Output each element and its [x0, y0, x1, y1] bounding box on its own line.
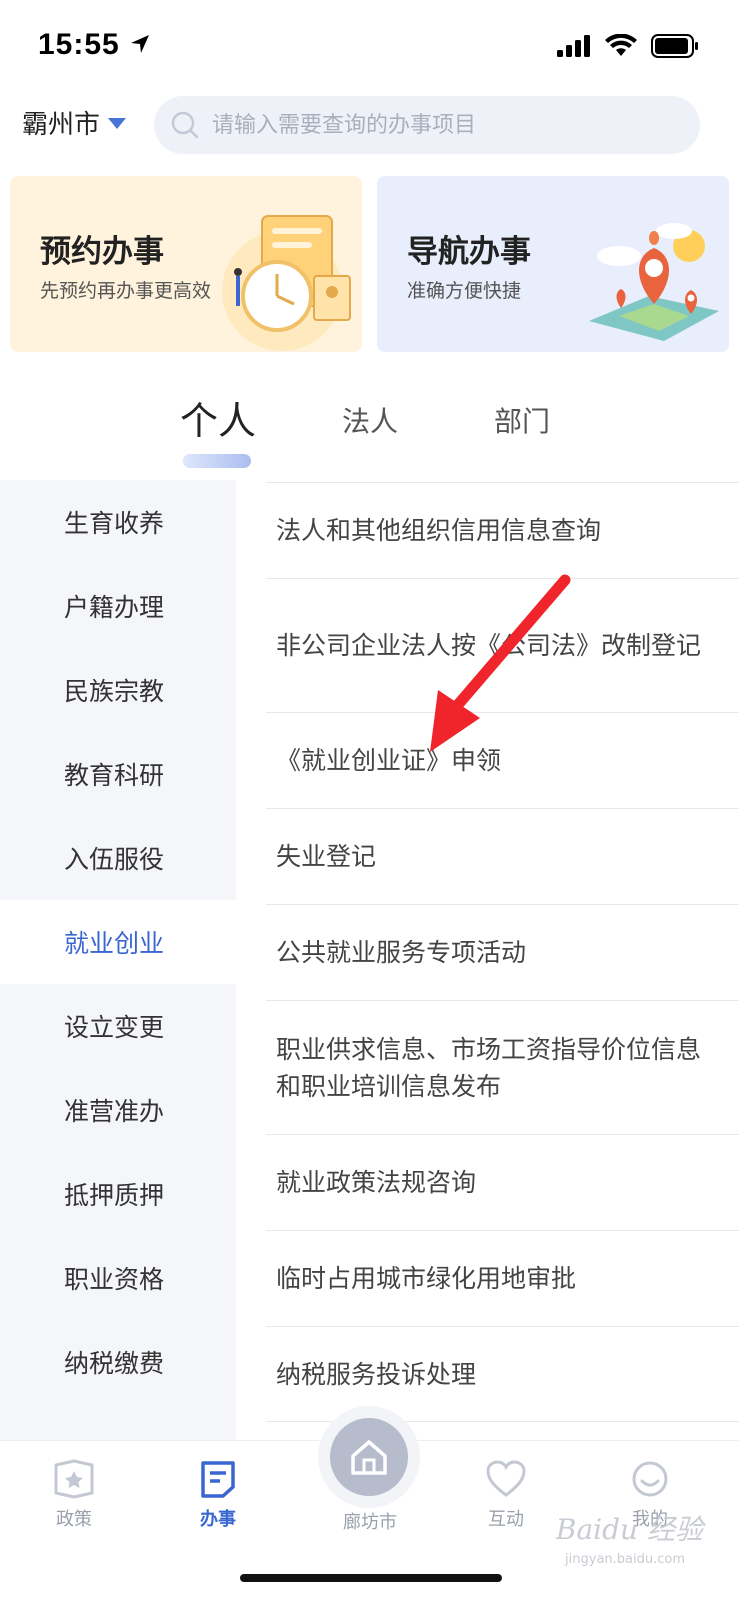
city-selector[interactable]: 霸州市 — [22, 104, 127, 141]
city-name: 霸州市 — [22, 110, 101, 140]
location-arrow-icon — [128, 32, 152, 60]
list-item[interactable]: 纳税服务投诉处理 — [266, 1326, 739, 1422]
appointment-illustration-icon — [222, 215, 351, 351]
status-bar: 15:55 — [0, 0, 739, 92]
active-tab-indicator — [183, 454, 251, 468]
nav-label: 互动 — [488, 1509, 524, 1530]
tab-personal[interactable]: 个人 — [180, 390, 256, 445]
banner-title: 预约办事 — [40, 234, 164, 270]
watermark-url: jingyan.baidu.com — [565, 1552, 685, 1567]
banner-subtitle: 准确方便快捷 — [407, 280, 522, 302]
home-indicator[interactable] — [240, 1574, 502, 1582]
banner-title: 导航办事 — [407, 234, 531, 270]
category-sidebar: 生育收养 户籍办理 民族宗教 教育科研 入伍服役 就业创业 设立变更 准营准办 … — [0, 480, 236, 1440]
caret-down-icon — [108, 118, 127, 129]
home-icon — [351, 1440, 387, 1475]
search-icon — [170, 110, 200, 140]
list-item[interactable]: 就业政策法规咨询 — [266, 1134, 739, 1230]
entity-tabs: 个人 法人 部门 — [0, 396, 739, 476]
list-item[interactable]: 法人和其他组织信用信息查询 — [266, 482, 739, 578]
sidebar-item-ethnicity-religion[interactable]: 民族宗教 — [0, 648, 236, 732]
search-input[interactable] — [212, 112, 692, 138]
sidebar-item-birth-adoption[interactable]: 生育收养 — [0, 480, 236, 564]
nav-affairs[interactable]: 办事 — [168, 1459, 268, 1531]
nav-policy[interactable]: 政策 — [24, 1459, 124, 1531]
nav-interaction[interactable]: 互动 — [456, 1459, 556, 1531]
list-item[interactable]: 非公司企业法人按《公司法》改制登记 — [266, 578, 739, 712]
watermark-logo: Baidu 经验 — [555, 1513, 703, 1546]
sidebar-item-establishment-change[interactable]: 设立变更 — [0, 984, 236, 1068]
appointment-banner[interactable]: 预约办事 先预约再办事更高效 — [10, 176, 362, 352]
sidebar-item-mortgage-pledge[interactable]: 抵押质押 — [0, 1152, 236, 1236]
nav-home-center[interactable] — [330, 1418, 408, 1496]
nav-label: 政策 — [56, 1509, 92, 1530]
sidebar-item-employment[interactable]: 就业创业 — [0, 900, 236, 984]
sidebar-item-household-registration[interactable]: 户籍办理 — [0, 564, 236, 648]
tab-legal-person[interactable]: 法人 — [342, 400, 398, 440]
sidebar-item-education-research[interactable]: 教育科研 — [0, 732, 236, 816]
nav-label: 办事 — [200, 1509, 236, 1530]
map-pin-illustration-icon — [589, 223, 719, 341]
list-item[interactable]: 职业供求信息、市场工资指导价位信息和职业培训信息发布 — [266, 1000, 739, 1134]
list-item[interactable]: 临时占用城市绿化用地审批 — [266, 1230, 739, 1326]
nav-home-label: 廊坊市 — [343, 1512, 397, 1533]
heart-icon — [486, 1460, 526, 1497]
policy-icon — [54, 1459, 94, 1499]
sidebar-item-military-service[interactable]: 入伍服役 — [0, 816, 236, 900]
navigation-banner[interactable]: 导航办事 准确方便快捷 — [377, 176, 729, 352]
list-item[interactable]: 公共就业服务专项活动 — [266, 904, 739, 1000]
wifi-icon — [605, 33, 637, 62]
sidebar-item-tax-payment[interactable]: 纳税缴费 — [0, 1320, 236, 1404]
list-item[interactable]: 失业登记 — [266, 808, 739, 904]
status-time: 15:55 — [38, 28, 120, 61]
signal-icon — [557, 35, 591, 61]
search-box[interactable] — [154, 96, 700, 154]
list-item[interactable]: 《就业创业证》申领 — [266, 712, 739, 808]
battery-icon — [651, 34, 699, 62]
sidebar-item-professional-qualification[interactable]: 职业资格 — [0, 1236, 236, 1320]
sidebar-item-business-permits[interactable]: 准营准办 — [0, 1068, 236, 1152]
smile-icon — [632, 1461, 668, 1497]
status-icons — [557, 33, 699, 62]
banner-subtitle: 先预约再办事更高效 — [40, 280, 212, 302]
affairs-icon — [201, 1461, 235, 1498]
tab-department[interactable]: 部门 — [494, 400, 550, 440]
